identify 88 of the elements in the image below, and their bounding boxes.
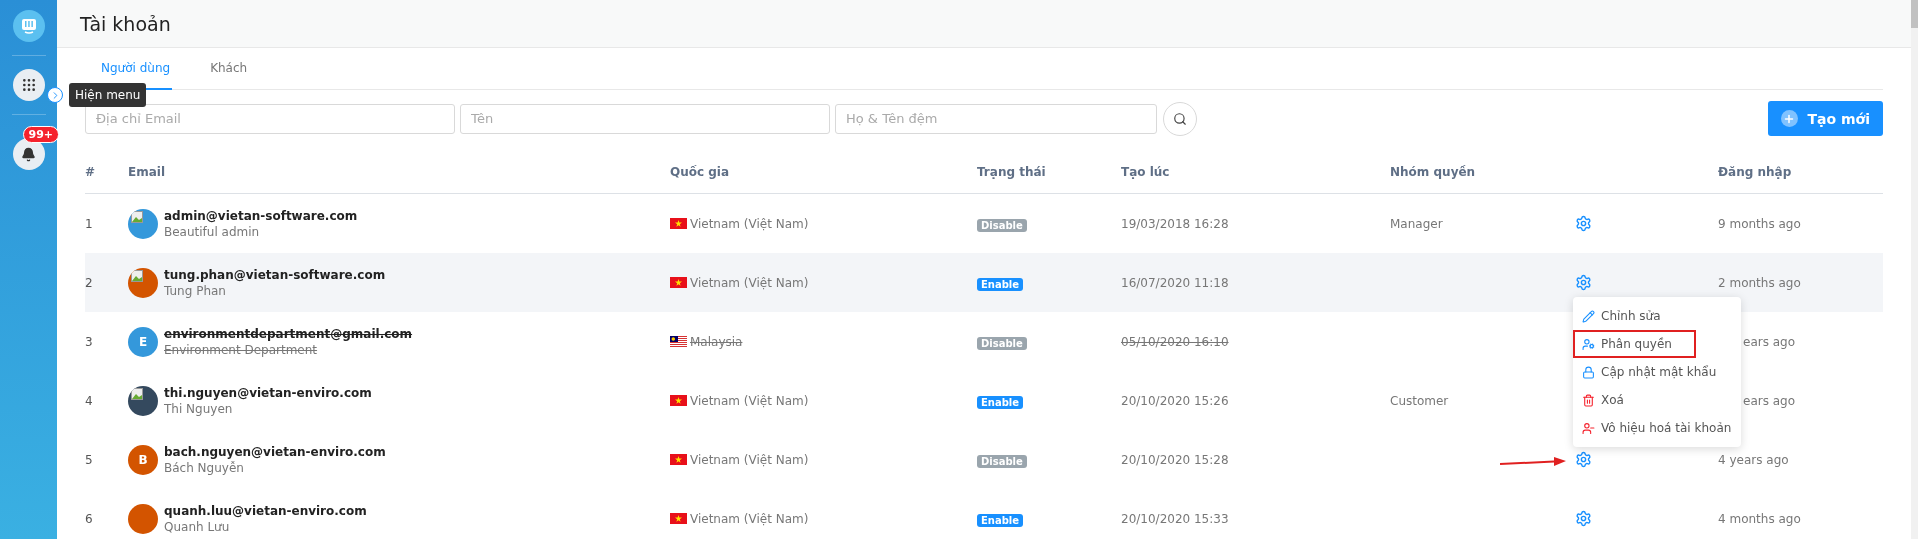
notification-badge: 99+ (22, 126, 60, 143)
tab[interactable]: Khách (208, 48, 250, 90)
user-name: Environment Department (164, 342, 319, 357)
trash-icon (1582, 393, 1595, 407)
plus-icon (1780, 110, 1798, 127)
logo-icon[interactable] (12, 10, 45, 42)
column-header: Đăng nhập (1718, 164, 1793, 179)
last-login: 4 years ago (1718, 452, 1790, 467)
user-minus-icon (1582, 421, 1595, 435)
user-email: quanh.luu@vietan-enviro.com (164, 503, 367, 518)
column-header: Email (128, 164, 167, 179)
user-name: Bách Nguyễn (164, 460, 245, 475)
user-email: admin@vietan-software.com (164, 208, 358, 223)
country: Vietnam (Việt Nam) (690, 452, 809, 467)
flag-icon (670, 454, 687, 465)
column-header: Tạo lúc (1121, 164, 1171, 179)
column-header: Trạng thái (977, 164, 1047, 179)
search-button[interactable] (1163, 101, 1197, 136)
last-login: 9 months ago (1718, 216, 1802, 231)
row-number: 1 (85, 216, 94, 231)
menu-item[interactable]: Phân quyền (1573, 330, 1696, 358)
flag-icon (670, 513, 687, 524)
flag-icon (670, 277, 687, 288)
last-login: 4 months ago (1718, 511, 1802, 526)
country: Vietnam (Việt Nam) (690, 216, 809, 231)
pencil-icon (1582, 309, 1595, 323)
status-tag: Disable (977, 219, 1027, 232)
scrollbar[interactable] (1911, 0, 1918, 539)
status-tag: Enable (977, 396, 1024, 409)
settings-icon[interactable] (1575, 274, 1592, 291)
avatar: E (128, 326, 158, 357)
created-time: 20/10/2020 15:33 (1121, 511, 1230, 526)
last-login: ears ago (1742, 334, 1797, 349)
row-number: 5 (85, 452, 94, 467)
row-number: 4 (85, 393, 94, 408)
search-icon (1173, 111, 1187, 126)
role-group: Customer (1390, 393, 1575, 408)
user-email: tung.phan@vietan-software.com (164, 267, 386, 282)
last-login: 2 months ago (1718, 275, 1802, 290)
settings-icon[interactable] (1575, 510, 1592, 527)
row-number: 6 (85, 511, 94, 526)
user-icon (1582, 337, 1595, 351)
column-header: Nhóm quyền (1390, 164, 1477, 179)
user-email: thi.nguyen@vietan-enviro.com (164, 385, 372, 400)
search-field[interactable]: Họ & Tên đệm (835, 103, 1157, 134)
user-name: Tung Phan (164, 283, 227, 298)
created-time: 20/10/2020 15:28 (1121, 452, 1230, 467)
flag-icon (670, 336, 687, 347)
column-header: Quốc gia (670, 164, 731, 179)
notification-button[interactable] (12, 138, 45, 170)
user-name: Thi Nguyen (164, 401, 234, 416)
row-number: 2 (85, 275, 94, 290)
settings-icon[interactable] (1575, 451, 1592, 468)
country: Vietnam (Việt Nam) (690, 511, 809, 526)
bell-icon (21, 146, 36, 162)
tooltip: Hiện menu (69, 83, 147, 107)
created-time: 05/10/2020 16:10 (1121, 334, 1230, 349)
status-tag: Enable (977, 514, 1024, 527)
arrow-annotation (1500, 456, 1566, 468)
status-tag: Disable (977, 337, 1027, 350)
flag-icon (670, 218, 687, 229)
last-login: ears ago (1742, 393, 1797, 408)
user-name: Quanh Lưu (164, 519, 231, 534)
user-name: Beautiful admin (164, 224, 261, 239)
user-email: environmentdepartment@gmail.com (164, 326, 413, 341)
created-time: 19/03/2018 16:28 (1121, 216, 1230, 231)
flag-icon (670, 395, 687, 406)
created-time: 20/10/2020 15:26 (1121, 393, 1230, 408)
apps-button[interactable] (12, 69, 45, 101)
column-header: # (85, 164, 97, 179)
created-time: 16/07/2020 11:18 (1121, 275, 1230, 290)
country: Vietnam (Việt Nam) (690, 275, 809, 290)
country: Malaysia (690, 334, 743, 349)
user-email: bach.nguyen@vietan-enviro.com (164, 444, 386, 459)
menu-item[interactable]: Xoá (1573, 386, 1741, 414)
role-group: Manager (1390, 216, 1575, 231)
country: Vietnam (Việt Nam) (690, 393, 809, 408)
expand-toggle[interactable] (47, 87, 63, 103)
status-tag: Enable (977, 278, 1024, 291)
search-field[interactable]: Tên (460, 103, 830, 134)
avatar: B (128, 444, 158, 475)
search-field[interactable]: Địa chỉ Email (85, 103, 455, 134)
status-tag: Disable (977, 455, 1027, 468)
settings-icon[interactable] (1575, 215, 1592, 232)
page-title: Tài khoản (80, 12, 171, 35)
row-number: 3 (85, 334, 94, 349)
lock-icon (1582, 365, 1595, 379)
grid-icon (20, 77, 37, 93)
